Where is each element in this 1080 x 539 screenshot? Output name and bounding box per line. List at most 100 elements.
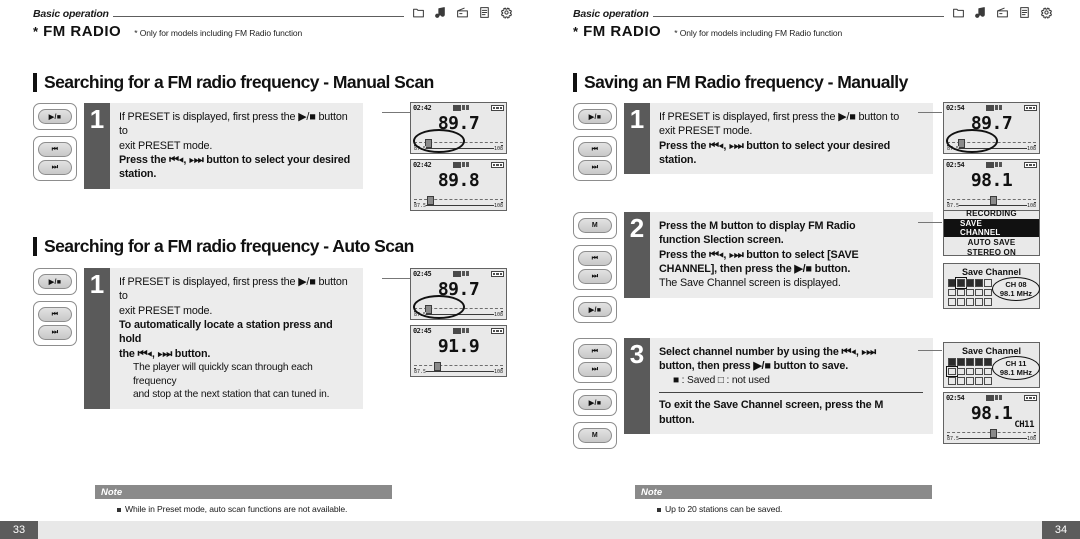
lcd-status-icons bbox=[453, 161, 470, 168]
player-key[interactable]: ▶/■ bbox=[38, 109, 72, 124]
lcd-time: 02:54 bbox=[946, 160, 965, 169]
channel-cell[interactable] bbox=[966, 298, 974, 306]
channel-cell[interactable] bbox=[948, 298, 956, 306]
battery-icon bbox=[1023, 104, 1037, 111]
lcd-eq-icon bbox=[995, 162, 999, 167]
header-icon-group bbox=[412, 6, 513, 20]
player-key[interactable]: M bbox=[578, 428, 612, 443]
text-icon[interactable] bbox=[478, 6, 491, 19]
player-key[interactable]: ⏮ bbox=[38, 307, 72, 322]
lcd-save-channel-screen: Save Channel CH 08 98.1 MHz bbox=[943, 263, 1040, 309]
menu-item[interactable]: STEREO ON bbox=[967, 248, 1016, 257]
channel-cell[interactable] bbox=[975, 298, 983, 306]
section-heading-text: Saving an FM Radio frequency - Manually bbox=[584, 72, 908, 92]
button-group: M bbox=[573, 422, 617, 449]
channel-cell[interactable] bbox=[957, 288, 965, 296]
channel-cell[interactable] bbox=[966, 358, 974, 366]
gear-icon[interactable] bbox=[1040, 6, 1053, 19]
channel-cell[interactable] bbox=[946, 365, 958, 377]
channel-cell[interactable] bbox=[975, 377, 983, 385]
player-key[interactable]: ⏮ bbox=[578, 344, 612, 359]
player-key[interactable]: ⏭ bbox=[578, 269, 612, 284]
lcd-mode-icon bbox=[986, 161, 995, 168]
music-note-icon[interactable] bbox=[434, 6, 447, 19]
channel-cell[interactable] bbox=[984, 367, 992, 375]
scale-min-label: 87.5 bbox=[947, 146, 960, 152]
channel-cell[interactable] bbox=[948, 377, 956, 385]
note-label: Note bbox=[641, 486, 663, 498]
channel-cell[interactable] bbox=[955, 277, 967, 289]
channel-frequency: 98.1 MHz bbox=[999, 368, 1032, 377]
player-key[interactable]: ⏭ bbox=[38, 325, 72, 340]
text-icon[interactable] bbox=[1018, 6, 1031, 19]
folder-icon[interactable] bbox=[412, 6, 425, 19]
lcd-status-bar: 02:42 bbox=[411, 103, 506, 112]
menu-item[interactable]: RECORDING bbox=[966, 209, 1017, 218]
channel-cell[interactable] bbox=[984, 288, 992, 296]
channel-cell[interactable] bbox=[975, 358, 983, 366]
player-key[interactable]: ⏮ bbox=[578, 251, 612, 266]
channel-cell[interactable] bbox=[975, 288, 983, 296]
player-key[interactable]: ⏭ bbox=[578, 362, 612, 377]
lcd-repeat-icon bbox=[999, 105, 1003, 110]
channel-cell[interactable] bbox=[957, 367, 965, 375]
channel-number: CH 11 bbox=[1005, 359, 1027, 368]
channel-cell[interactable] bbox=[975, 279, 983, 287]
note-item: Up to 20 stations can be saved. bbox=[657, 504, 932, 514]
step-line: If PRESET is displayed, first press the … bbox=[119, 111, 348, 138]
channel-cell[interactable] bbox=[966, 377, 974, 385]
lcd-channel: CH11 bbox=[1014, 420, 1034, 430]
radio-icon[interactable] bbox=[996, 6, 1009, 19]
player-key[interactable]: M bbox=[578, 218, 612, 233]
scale-knob[interactable] bbox=[433, 362, 441, 371]
header-title-row: * FM RADIO * Only for models including FM … bbox=[33, 23, 513, 40]
note-item: While in Preset mode, auto scan function… bbox=[117, 504, 392, 514]
battery-bar bbox=[1029, 163, 1032, 166]
channel-cell[interactable] bbox=[984, 358, 992, 366]
folder-icon[interactable] bbox=[952, 6, 965, 19]
player-key[interactable]: ⏮ bbox=[578, 142, 612, 157]
channel-cell[interactable] bbox=[966, 288, 974, 296]
scale-knob[interactable] bbox=[989, 429, 997, 438]
button-group: ⏮ ⏭ bbox=[33, 136, 77, 181]
channel-cell[interactable] bbox=[975, 367, 983, 375]
player-key[interactable]: ⏭ bbox=[578, 160, 612, 175]
scale-knob[interactable] bbox=[427, 196, 435, 205]
channel-cell[interactable] bbox=[957, 377, 965, 385]
header-title-row: * FM RADIO * Only for models including FM … bbox=[573, 23, 1053, 40]
lcd-status-bar: 02:42 bbox=[411, 160, 506, 169]
channel-cell[interactable] bbox=[948, 279, 956, 287]
channel-cell[interactable] bbox=[984, 298, 992, 306]
player-key[interactable]: ▶/■ bbox=[578, 302, 612, 317]
step-line: exit PRESET mode. bbox=[659, 125, 753, 138]
step-line: Press the ⏮◂, ▸⏭ button to select your d… bbox=[659, 139, 891, 152]
battery-icon bbox=[490, 270, 504, 277]
player-key[interactable]: ▶/■ bbox=[38, 274, 72, 289]
player-key[interactable]: ▶/■ bbox=[578, 395, 612, 410]
channel-cell[interactable] bbox=[957, 358, 965, 366]
scale-knob[interactable] bbox=[989, 196, 997, 205]
page-title: FM RADIO bbox=[43, 23, 122, 40]
channel-cell[interactable] bbox=[948, 358, 956, 366]
channel-cell[interactable] bbox=[966, 367, 974, 375]
music-note-icon[interactable] bbox=[974, 6, 987, 19]
channel-cell[interactable] bbox=[966, 279, 974, 287]
lcd-time: 02:42 bbox=[413, 160, 432, 169]
player-key[interactable]: ▶/■ bbox=[578, 109, 612, 124]
channel-cell[interactable] bbox=[984, 279, 992, 287]
lcd-mode-icon bbox=[453, 270, 462, 277]
channel-cell[interactable] bbox=[957, 298, 965, 306]
channel-cell[interactable] bbox=[984, 377, 992, 385]
player-key[interactable]: ⏮ bbox=[38, 142, 72, 157]
lcd-repeat-icon bbox=[466, 271, 470, 276]
menu-item[interactable]: SAVE CHANNEL bbox=[944, 219, 1039, 237]
channel-cell[interactable] bbox=[948, 288, 956, 296]
battery-icon bbox=[1023, 394, 1037, 401]
channel-info: CH 08 98.1 MHz bbox=[1000, 280, 1032, 298]
radio-icon[interactable] bbox=[456, 6, 469, 19]
battery-icon bbox=[490, 161, 504, 168]
menu-item[interactable]: AUTO SAVE bbox=[968, 238, 1016, 247]
step-body: 1 If PRESET is displayed, first press the… bbox=[84, 268, 363, 409]
player-key[interactable]: ⏭ bbox=[38, 160, 72, 175]
gear-icon[interactable] bbox=[500, 6, 513, 19]
